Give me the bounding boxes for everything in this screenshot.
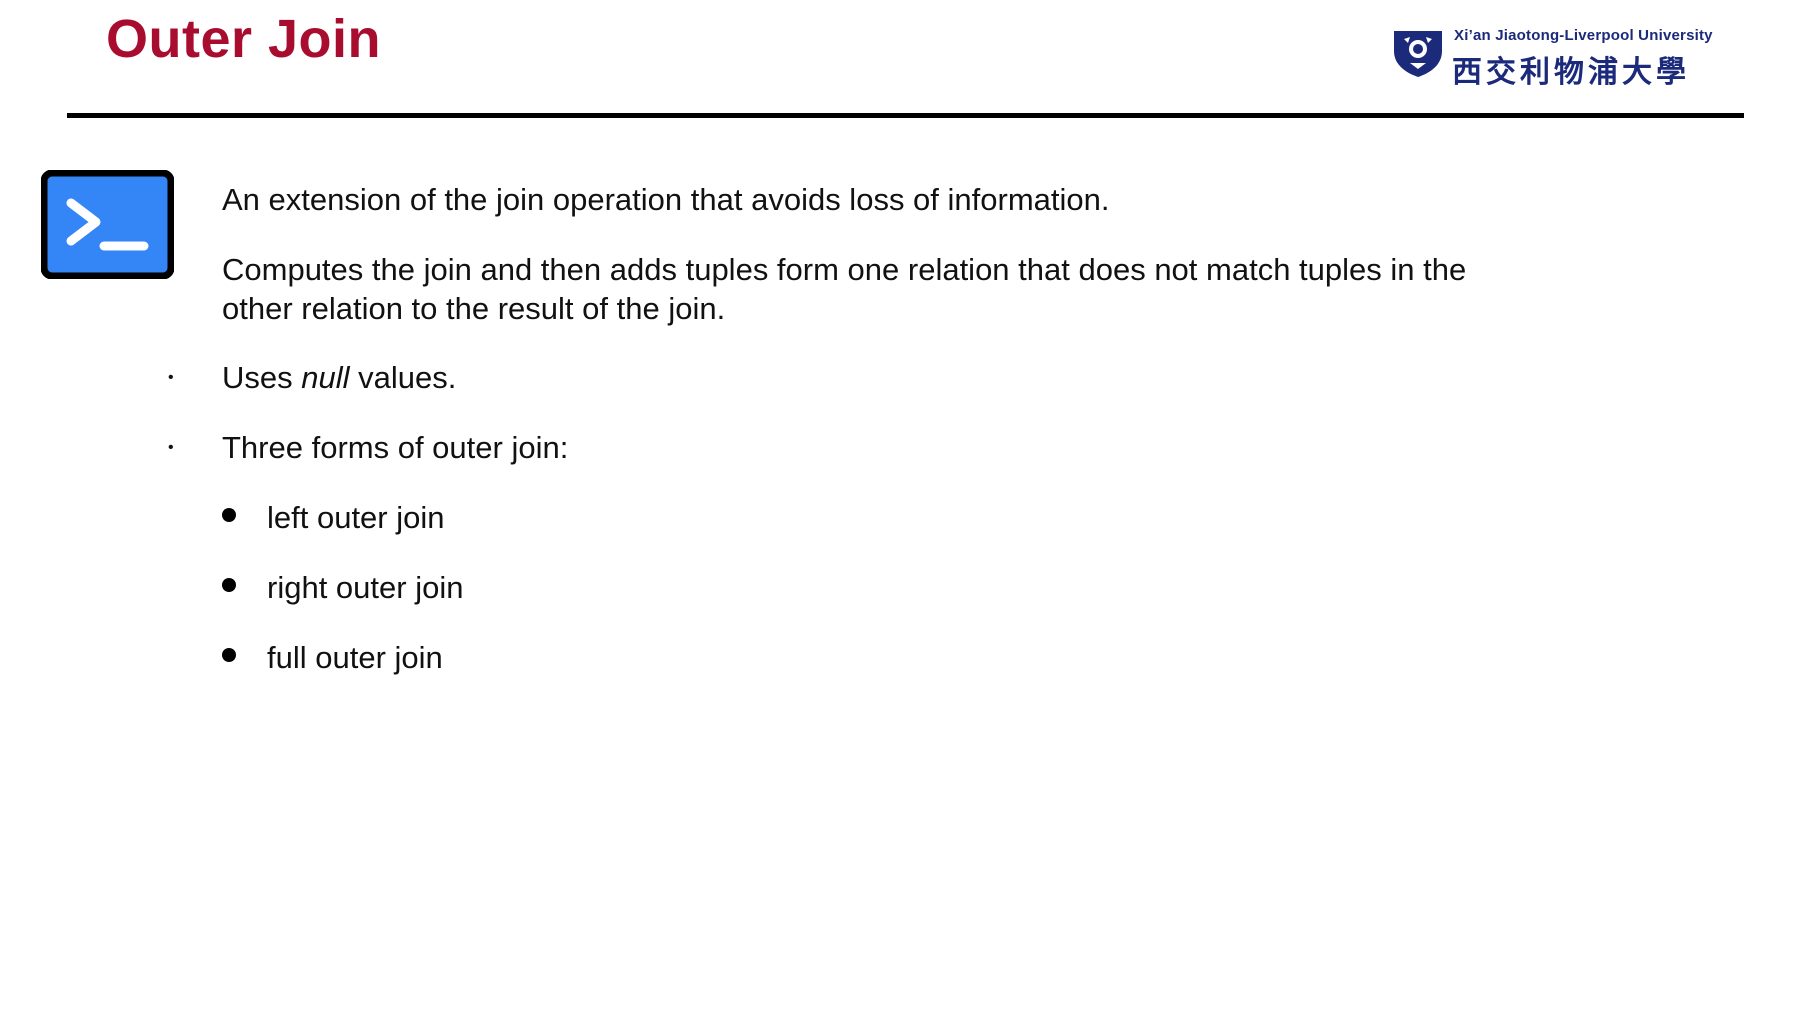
intro-paragraph: An extension of the join operation that … [222,182,1110,217]
sub-bullet-marker [222,578,236,592]
sub-bullet-text: right outer join [267,570,464,605]
bullet-text: Three forms of outer join: [222,430,569,465]
slide-title: Outer Join [106,9,382,69]
university-name-english: Xi’an Jiaotong-Liverpool University [1454,27,1713,44]
bullet-text-prefix: Uses [222,360,302,395]
bullet-text: Uses null values. [222,358,456,397]
definition-paragraph: Computes the join and then adds tuples f… [222,252,1467,326]
university-logo: Xi’an Jiaotong-Liverpool University 西交利物… [1390,22,1750,90]
sub-bullet-text: full outer join [267,640,443,675]
university-name-chinese: 西交利物浦大學 [1452,55,1690,90]
bullet-marker: • [168,439,174,456]
sub-bullet-text: left outer join [267,500,445,535]
terminal-icon [41,170,174,279]
sub-bullet-marker [222,648,236,662]
header-divider [67,113,1744,118]
university-shield-icon [1394,31,1442,77]
bullet-marker: • [168,369,174,386]
sub-bullet-marker [222,508,236,522]
bullet-text-emphasis: null [301,360,350,395]
bullet-text-suffix: values. [349,360,457,395]
